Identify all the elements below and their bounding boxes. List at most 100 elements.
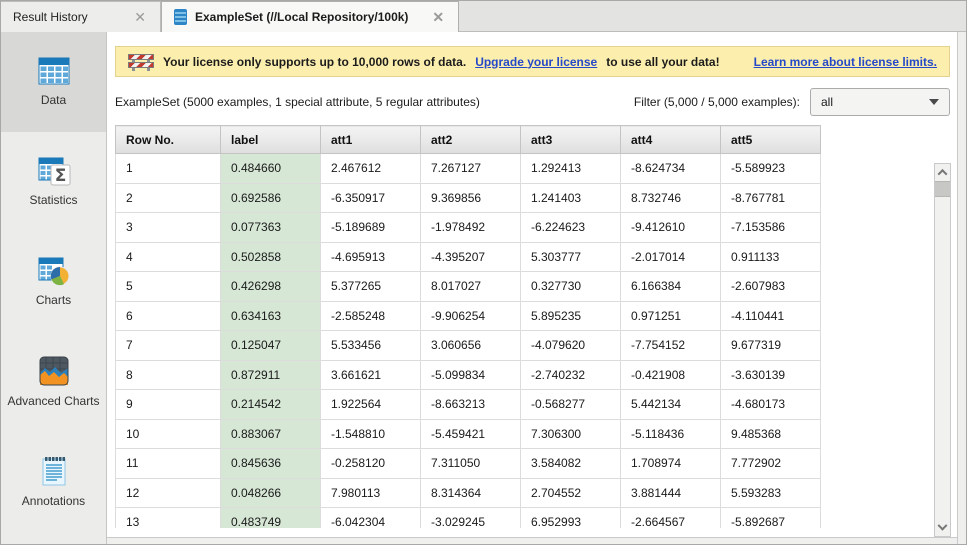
attribute-cell[interactable]: -1.548810 bbox=[321, 419, 421, 449]
attribute-cell[interactable]: 7.772902 bbox=[721, 449, 821, 479]
table-row[interactable]: 70.1250475.5334563.060656-4.079620-7.754… bbox=[116, 331, 821, 361]
label-cell[interactable]: 0.483749 bbox=[221, 508, 321, 529]
attribute-cell[interactable]: 0.971251 bbox=[621, 301, 721, 331]
table-row[interactable]: 20.692586-6.3509179.3698561.2414038.7327… bbox=[116, 183, 821, 213]
attribute-cell[interactable]: -4.395207 bbox=[421, 242, 521, 272]
column-header-label[interactable]: label bbox=[221, 126, 321, 154]
attribute-cell[interactable]: 2.467612 bbox=[321, 154, 421, 184]
attribute-cell[interactable]: 1.292413 bbox=[521, 154, 621, 184]
attribute-cell[interactable]: 0.911133 bbox=[721, 242, 821, 272]
vertical-scrollbar[interactable] bbox=[934, 163, 951, 537]
attribute-cell[interactable]: -6.350917 bbox=[321, 183, 421, 213]
attribute-cell[interactable]: 9.485368 bbox=[721, 419, 821, 449]
row-number-cell[interactable]: 3 bbox=[116, 213, 221, 243]
label-cell[interactable]: 0.125047 bbox=[221, 331, 321, 361]
upgrade-license-link[interactable]: Upgrade your license bbox=[475, 55, 597, 69]
label-cell[interactable]: 0.077363 bbox=[221, 213, 321, 243]
label-cell[interactable]: 0.634163 bbox=[221, 301, 321, 331]
attribute-cell[interactable]: 1.922564 bbox=[321, 390, 421, 420]
row-number-cell[interactable]: 8 bbox=[116, 360, 221, 390]
row-number-cell[interactable]: 10 bbox=[116, 419, 221, 449]
attribute-cell[interactable]: -2.585248 bbox=[321, 301, 421, 331]
attribute-cell[interactable]: -1.978492 bbox=[421, 213, 521, 243]
attribute-cell[interactable]: -4.079620 bbox=[521, 331, 621, 361]
attribute-cell[interactable]: 5.593283 bbox=[721, 478, 821, 508]
label-cell[interactable]: 0.692586 bbox=[221, 183, 321, 213]
table-row[interactable]: 90.2145421.922564-8.663213-0.5682775.442… bbox=[116, 390, 821, 420]
row-number-cell[interactable]: 9 bbox=[116, 390, 221, 420]
attribute-cell[interactable]: -0.568277 bbox=[521, 390, 621, 420]
scroll-up-button[interactable] bbox=[935, 164, 950, 180]
attribute-cell[interactable]: 6.952993 bbox=[521, 508, 621, 529]
attribute-cell[interactable]: 5.442134 bbox=[621, 390, 721, 420]
tab-exampleset[interactable]: ExampleSet (//Local Repository/100k) ✕ bbox=[161, 1, 459, 32]
attribute-cell[interactable]: 1.241403 bbox=[521, 183, 621, 213]
attribute-cell[interactable]: -5.589923 bbox=[721, 154, 821, 184]
attribute-cell[interactable]: -8.663213 bbox=[421, 390, 521, 420]
table-row[interactable]: 80.8729113.661621-5.099834-2.740232-0.42… bbox=[116, 360, 821, 390]
attribute-cell[interactable]: -2.664567 bbox=[621, 508, 721, 529]
attribute-cell[interactable]: -8.767781 bbox=[721, 183, 821, 213]
attribute-cell[interactable]: -5.118436 bbox=[621, 419, 721, 449]
attribute-cell[interactable]: 6.166384 bbox=[621, 272, 721, 302]
column-header-att4[interactable]: att4 bbox=[621, 126, 721, 154]
table-row[interactable]: 100.883067-1.548810-5.4594217.306300-5.1… bbox=[116, 419, 821, 449]
attribute-cell[interactable]: -5.892687 bbox=[721, 508, 821, 529]
table-row[interactable]: 40.502858-4.695913-4.3952075.303777-2.01… bbox=[116, 242, 821, 272]
attribute-cell[interactable]: -8.624734 bbox=[621, 154, 721, 184]
attribute-cell[interactable]: -3.029245 bbox=[421, 508, 521, 529]
table-row[interactable]: 60.634163-2.585248-9.9062545.8952350.971… bbox=[116, 301, 821, 331]
attribute-cell[interactable]: 7.980113 bbox=[321, 478, 421, 508]
attribute-cell[interactable]: -2.740232 bbox=[521, 360, 621, 390]
table-row[interactable]: 50.4262985.3772658.0170270.3277306.16638… bbox=[116, 272, 821, 302]
sidebar-item-charts[interactable]: Charts bbox=[1, 232, 106, 332]
column-header-att1[interactable]: att1 bbox=[321, 126, 421, 154]
attribute-cell[interactable]: -4.110441 bbox=[721, 301, 821, 331]
label-cell[interactable]: 0.214542 bbox=[221, 390, 321, 420]
attribute-cell[interactable]: 1.708974 bbox=[621, 449, 721, 479]
attribute-cell[interactable]: 7.311050 bbox=[421, 449, 521, 479]
attribute-cell[interactable]: 8.314364 bbox=[421, 478, 521, 508]
attribute-cell[interactable]: 3.584082 bbox=[521, 449, 621, 479]
scrollbar-track[interactable] bbox=[935, 198, 950, 520]
attribute-cell[interactable]: 2.704552 bbox=[521, 478, 621, 508]
table-row[interactable]: 110.845636-0.2581207.3110503.5840821.708… bbox=[116, 449, 821, 479]
label-cell[interactable]: 0.426298 bbox=[221, 272, 321, 302]
sidebar-item-advanced-charts[interactable]: Advanced Charts bbox=[1, 332, 106, 432]
sidebar-item-statistics[interactable]: Σ Statistics bbox=[1, 132, 106, 232]
close-icon[interactable]: ✕ bbox=[430, 10, 446, 24]
attribute-cell[interactable]: 8.017027 bbox=[421, 272, 521, 302]
attribute-cell[interactable]: -6.224623 bbox=[521, 213, 621, 243]
row-number-cell[interactable]: 1 bbox=[116, 154, 221, 184]
attribute-cell[interactable]: -0.421908 bbox=[621, 360, 721, 390]
attribute-cell[interactable]: -0.258120 bbox=[321, 449, 421, 479]
attribute-cell[interactable]: -4.695913 bbox=[321, 242, 421, 272]
scrollbar-thumb[interactable] bbox=[935, 181, 950, 197]
attribute-cell[interactable]: 7.267127 bbox=[421, 154, 521, 184]
attribute-cell[interactable]: -2.607983 bbox=[721, 272, 821, 302]
attribute-cell[interactable]: -5.459421 bbox=[421, 419, 521, 449]
label-cell[interactable]: 0.872911 bbox=[221, 360, 321, 390]
label-cell[interactable]: 0.484660 bbox=[221, 154, 321, 184]
column-header-att3[interactable]: att3 bbox=[521, 126, 621, 154]
label-cell[interactable]: 0.048266 bbox=[221, 478, 321, 508]
attribute-cell[interactable]: -7.754152 bbox=[621, 331, 721, 361]
column-header-att2[interactable]: att2 bbox=[421, 126, 521, 154]
attribute-cell[interactable]: 3.881444 bbox=[621, 478, 721, 508]
row-number-cell[interactable]: 11 bbox=[116, 449, 221, 479]
attribute-cell[interactable]: -9.906254 bbox=[421, 301, 521, 331]
label-cell[interactable]: 0.845636 bbox=[221, 449, 321, 479]
attribute-cell[interactable]: -2.017014 bbox=[621, 242, 721, 272]
attribute-cell[interactable]: 0.327730 bbox=[521, 272, 621, 302]
attribute-cell[interactable]: 9.369856 bbox=[421, 183, 521, 213]
attribute-cell[interactable]: -3.630139 bbox=[721, 360, 821, 390]
sidebar-item-data[interactable]: Data bbox=[1, 32, 106, 132]
close-icon[interactable]: ✕ bbox=[132, 10, 148, 24]
row-number-cell[interactable]: 13 bbox=[116, 508, 221, 529]
filter-dropdown[interactable]: all bbox=[810, 88, 950, 116]
row-number-cell[interactable]: 4 bbox=[116, 242, 221, 272]
table-row[interactable]: 30.077363-5.189689-1.978492-6.224623-9.4… bbox=[116, 213, 821, 243]
attribute-cell[interactable]: -5.189689 bbox=[321, 213, 421, 243]
learn-more-link[interactable]: Learn more about license limits. bbox=[754, 55, 937, 69]
label-cell[interactable]: 0.502858 bbox=[221, 242, 321, 272]
